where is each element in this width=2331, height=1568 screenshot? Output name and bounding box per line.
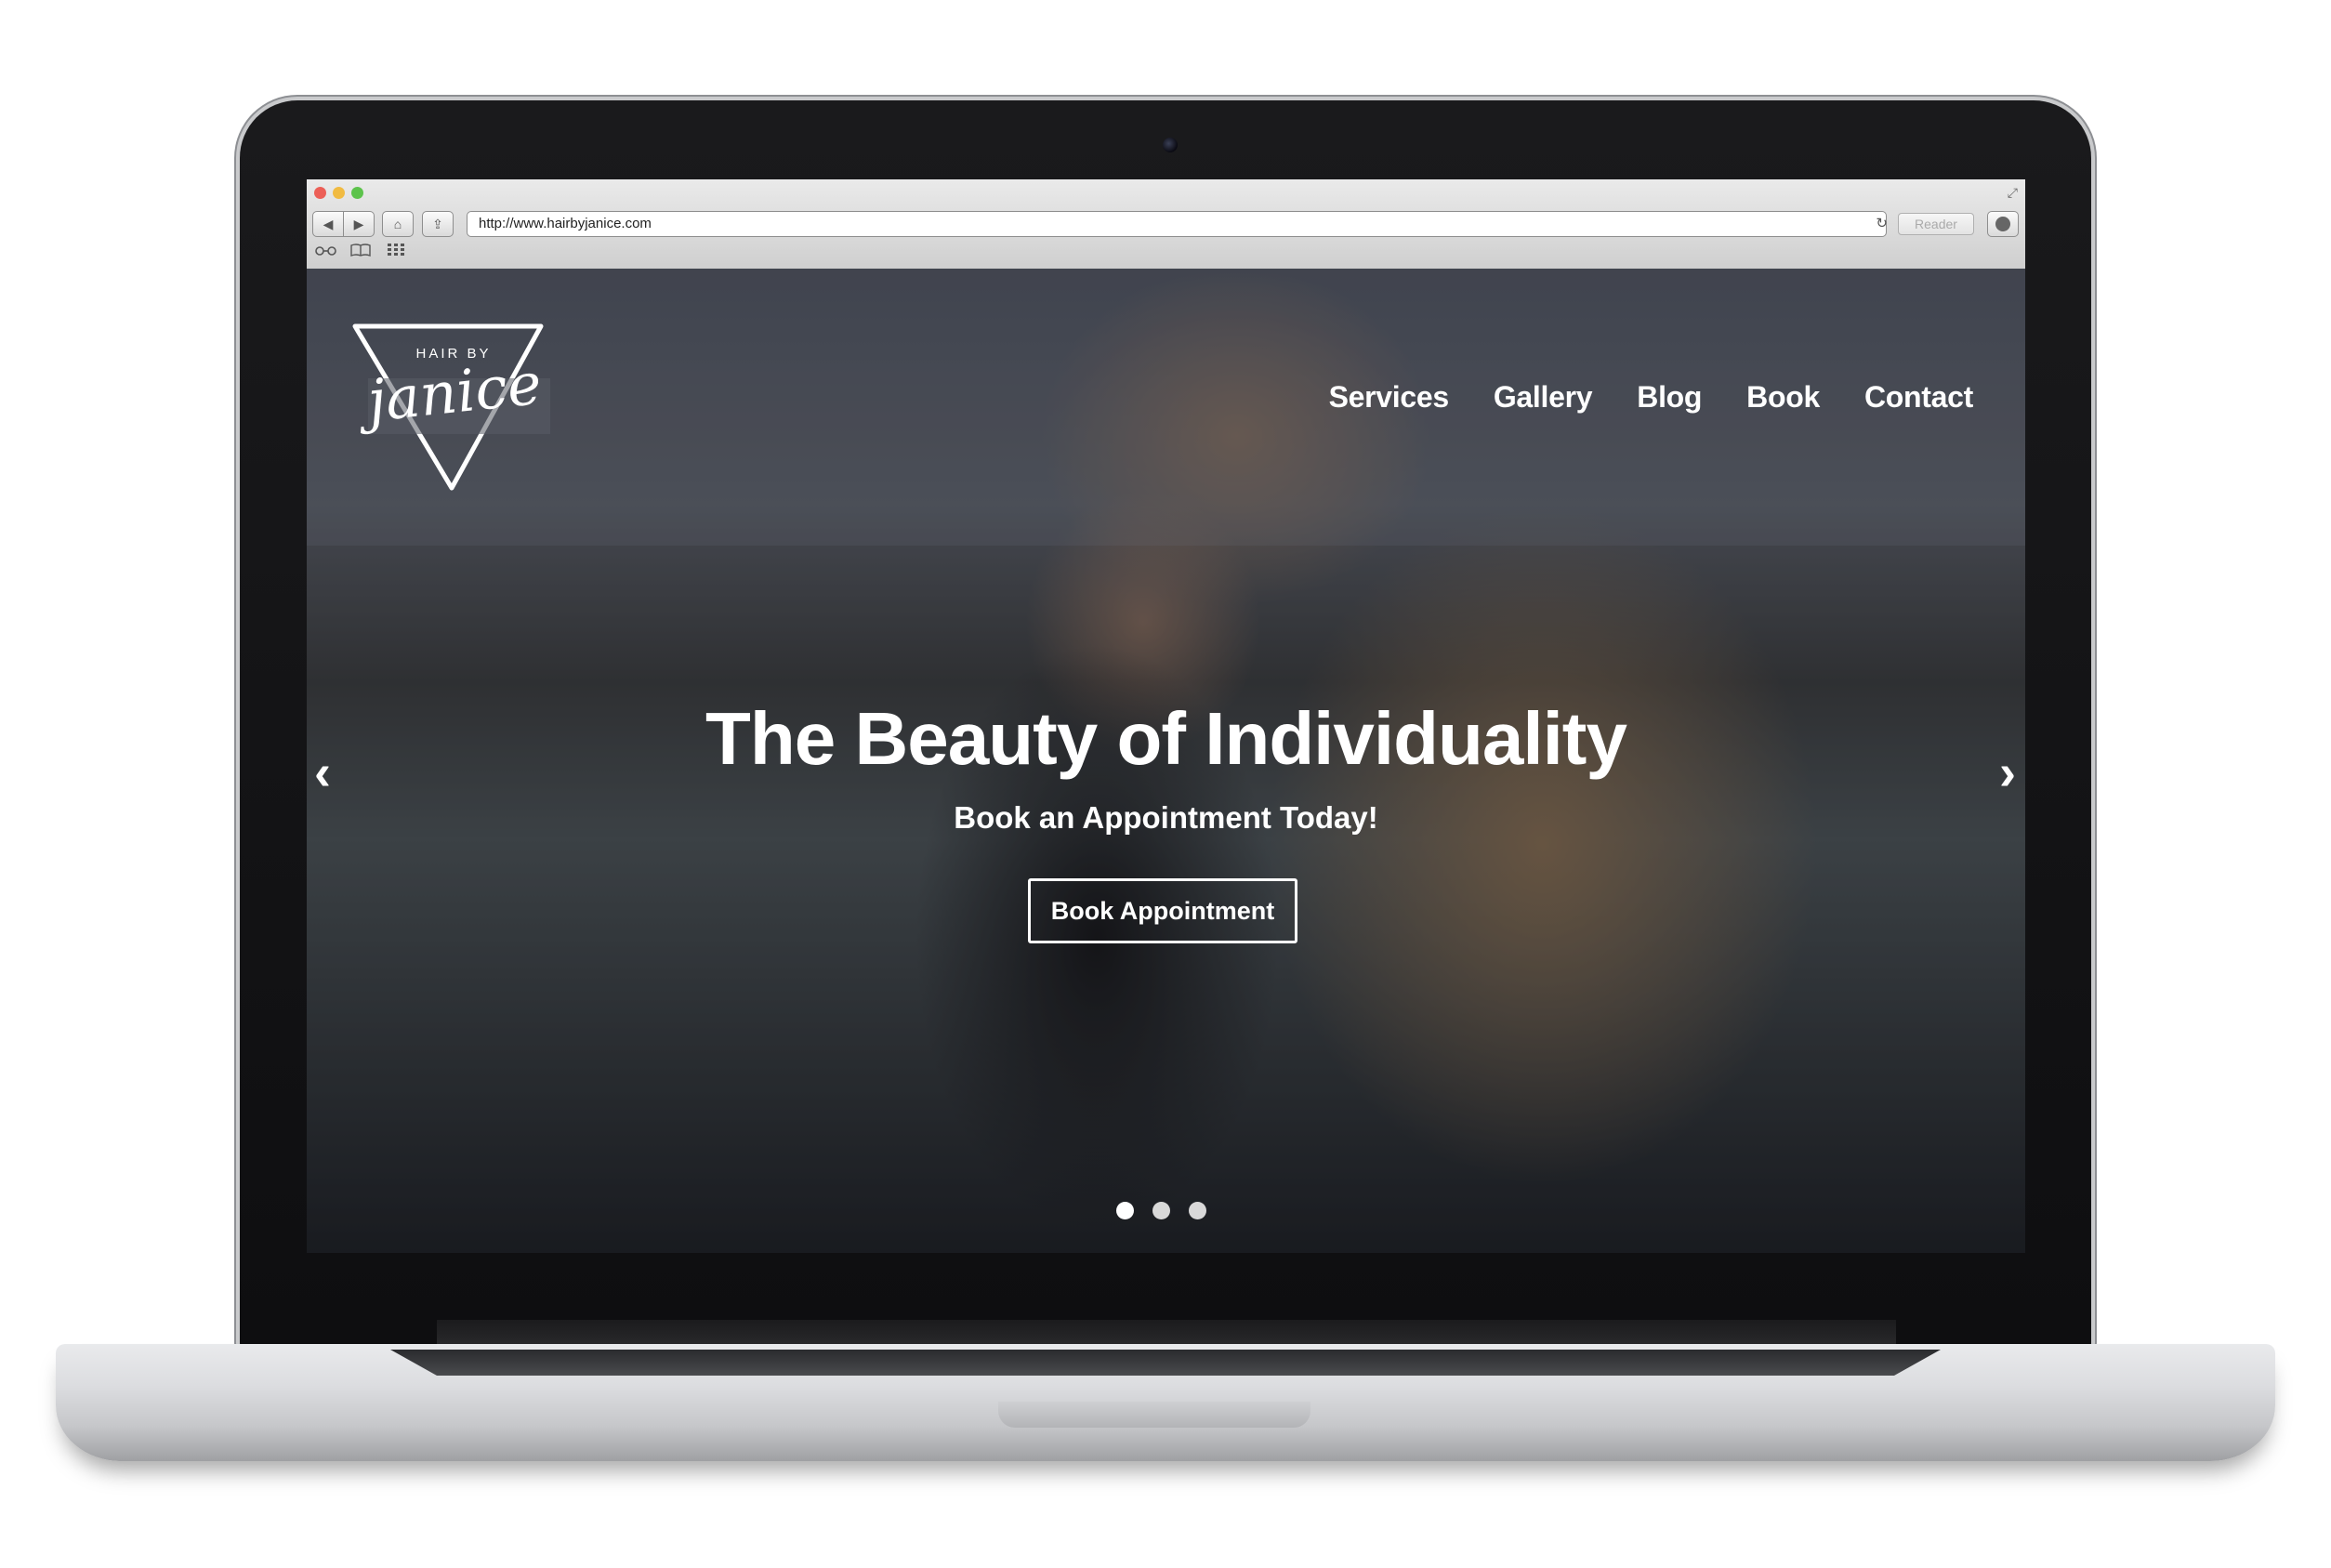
downloads-button[interactable] [1987, 211, 2019, 237]
laptop-screen: ⤢ ◀ ▶ ⌂ ⇪ http://www.hairbyjanice.com ↻ … [307, 179, 2025, 1253]
site-logo[interactable]: HAIR BY janice [349, 321, 573, 497]
carousel-dot[interactable] [1152, 1202, 1170, 1219]
nav-gallery[interactable]: Gallery [1494, 380, 1593, 415]
home-icon: ⌂ [393, 217, 402, 231]
bookmarks-icon[interactable] [349, 243, 372, 257]
hero-subtitle: Book an Appointment Today! [954, 800, 1378, 835]
minimize-window-button[interactable] [333, 187, 345, 199]
carousel-indicators [1116, 1202, 1206, 1219]
carousel-dot[interactable] [1189, 1202, 1206, 1219]
keyboard-edge [390, 1350, 1941, 1376]
webcam-icon [1163, 138, 1178, 152]
fullscreen-icon[interactable]: ⤢ [2008, 185, 2018, 201]
top-sites-icon[interactable] [387, 243, 405, 257]
zoom-window-button[interactable] [351, 187, 363, 199]
book-appointment-button[interactable]: Book Appointment [1028, 878, 1297, 943]
carousel-dot[interactable] [1116, 1202, 1134, 1219]
downloads-icon [1995, 217, 2010, 231]
browser-toolbar: ⤢ ◀ ▶ ⌂ ⇪ http://www.hairbyjanice.com ↻ … [307, 179, 2025, 270]
nav-services[interactable]: Services [1329, 380, 1450, 415]
address-bar[interactable]: http://www.hairbyjanice.com [467, 211, 1887, 237]
nav-book[interactable]: Book [1746, 380, 1820, 415]
lid-notch [998, 1402, 1310, 1428]
website-hero: HAIR BY janice Services Gallery Blog Boo… [307, 269, 2025, 1253]
share-button[interactable]: ⇪ [422, 211, 454, 237]
home-button[interactable]: ⌂ [382, 211, 414, 237]
back-icon: ◀ [323, 216, 334, 231]
forward-icon: ▶ [353, 216, 364, 231]
nav-contact[interactable]: Contact [1864, 380, 1973, 415]
close-window-button[interactable] [314, 187, 326, 199]
reader-button[interactable]: Reader [1898, 213, 1974, 235]
logo-script-mark: janice [353, 349, 550, 436]
nav-blog[interactable]: Blog [1637, 380, 1702, 415]
refresh-icon[interactable]: ↻ [1876, 215, 1888, 231]
reading-list-icon[interactable] [314, 243, 338, 257]
forward-button[interactable]: ▶ [343, 211, 375, 237]
main-nav: Services Gallery Blog Book Contact [1329, 380, 1974, 415]
share-icon: ⇪ [432, 216, 443, 231]
back-button[interactable]: ◀ [312, 211, 344, 237]
hero-title: The Beauty of Individuality [705, 697, 1627, 780]
